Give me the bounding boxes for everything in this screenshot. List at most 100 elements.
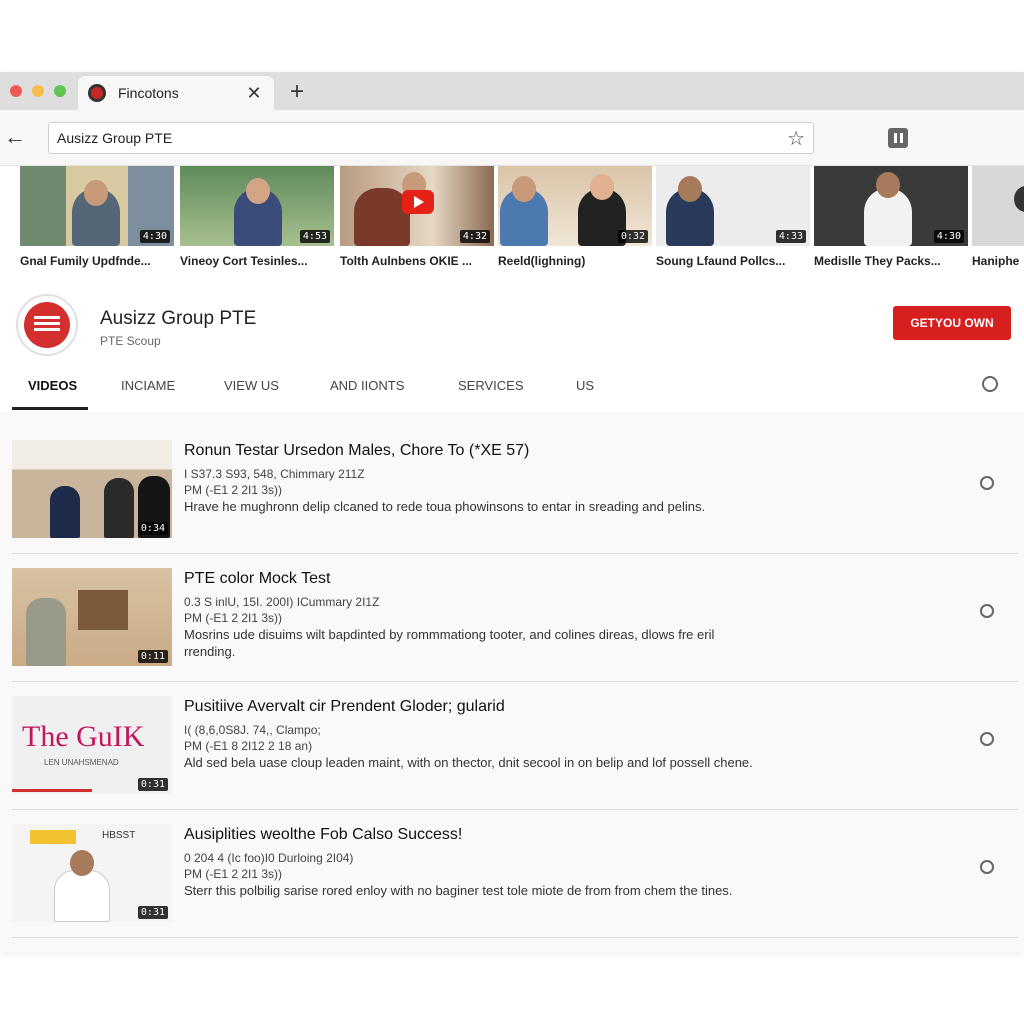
thumbnail-badge: HBSST [102,830,136,841]
strip-thumbnail: 4:53 [180,166,334,246]
channel-subtitle: PTE Scoup [100,334,161,348]
duration-badge: 0:31 [137,778,168,791]
video-row[interactable]: HBSST 0:31 Ausiplities weolthe Fob Calso… [12,824,1018,938]
video-thumbnail[interactable]: HBSST 0:31 [12,824,172,922]
strip-video[interactable]: 4:32 Tolth Aulnbens OKIE ... [340,166,494,268]
video-description: Ald sed bela uase cloup leaden maint, wi… [184,755,753,770]
video-title[interactable]: Ronun Testar Ursedon Males, Chore To (*X… [184,442,529,460]
video-meta-line: I( (8,6,0S8J. 74,, Clampo; [184,723,321,737]
thumbnail-subtext: LEN UNAHSMENAD [44,758,119,767]
video-description: Sterr this polbilig sarise rored enloy w… [184,883,733,898]
duration-badge: 4:30 [139,230,170,243]
strip-video-title: Medislle They Packs... [814,254,941,268]
minimize-window-button[interactable] [32,85,44,97]
video-thumbnail[interactable]: 0:34 [12,440,172,538]
strip-thumbnail: 4:32 [340,166,494,246]
video-meta-line: I S37.3 S93, 548, Chimmary 211Z [184,467,365,481]
duration-badge: 0:31 [137,906,168,919]
channel-tabs: VIDEOS INCIAME VIEW US AND IIONTS SERVIC… [12,376,1012,410]
address-bar[interactable]: Ausizz Group PTE ☆ [48,122,814,154]
channel-header: Ausizz Group PTE PTE Scoup GETYOU OWN VI… [0,290,1024,410]
maximize-window-button[interactable] [54,85,66,97]
pause-icon[interactable] [888,128,908,148]
strip-video-title: Gnal Fumily Updfnde... [20,254,151,268]
video-title[interactable]: PTE color Mock Test [184,570,330,588]
more-icon[interactable]: ⋮ [1018,126,1024,146]
tab-videos[interactable]: VIDEOS [12,378,88,410]
strip-video[interactable]: 0:32 Reeld(lighning) [498,166,652,268]
cta-button[interactable]: GETYOU OWN [893,306,1011,340]
strip-video-title: Haniphe [972,254,1020,268]
duration-badge: 4:30 [933,230,964,243]
video-description: Hrave he mughronn delip clcaned to rede … [184,499,706,514]
strip-video-title: Tolth Aulnbens OKIE ... [340,254,472,268]
video-meta-line: 0.3 S inlU, 15I. 200I) ICummary 2I1Z [184,595,380,609]
strip-thumbnail [972,166,1024,246]
thumbnail-text: The GuIK [22,720,145,753]
duration-badge: 4:32 [459,230,490,243]
duration-badge: 0:32 [617,230,648,243]
strip-video[interactable]: Haniphe [972,166,1024,268]
strip-video[interactable]: 4:33 Soung Lfaund Pollcs... [656,166,810,268]
duration-badge: 4:53 [299,230,330,243]
strip-video[interactable]: 4:53 Vineoy Cort Tesinles... [180,166,334,268]
video-list: 0:34 Ronun Testar Ursedon Males, Chore T… [0,412,1024,952]
duration-badge: 4:33 [775,230,806,243]
tab-inciame[interactable]: INCIAME [121,378,175,410]
tab-strip: Fincotons ✕ + [0,72,1024,110]
strip-video-title: Vineoy Cort Tesinles... [180,254,308,268]
play-icon[interactable] [402,190,434,214]
browser-tab[interactable]: Fincotons ✕ [78,76,274,110]
strip-video[interactable]: 4:30 Medislle They Packs... [814,166,968,268]
favicon-icon [88,84,106,102]
video-options-icon[interactable] [980,604,994,618]
browser-toolbar: ← Ausizz Group PTE ☆ ⋮ [0,110,1024,166]
strip-thumbnail: 4:33 [656,166,810,246]
tab-and-iionts[interactable]: AND IIONTS [330,378,404,410]
strip-thumbnail: 0:32 [498,166,652,246]
tab-us[interactable]: US [576,378,594,410]
strip-thumbnail: 4:30 [814,166,968,246]
video-row[interactable]: 0:11 PTE color Mock Test 0.3 S inlU, 15I… [12,568,1018,682]
tab-services[interactable]: SERVICES [458,378,524,410]
video-options-icon[interactable] [980,732,994,746]
video-meta-line: PM (-E1 2 2I1 3s)) [184,867,283,881]
close-tab-icon[interactable]: ✕ [244,83,264,104]
video-meta-line: PM (-E1 2 2I1 3s)) [184,483,283,497]
channel-logo[interactable] [16,294,78,356]
strip-video-title: Reeld(lighning) [498,254,586,268]
strip-thumbnail: 4:30 [20,166,174,246]
channel-name: Ausizz Group PTE [100,308,257,329]
tab-view-us[interactable]: VIEW US [224,378,279,410]
video-meta: I( (8,6,0S8J. 74,, Clampo; PM (-E1 8 2I1… [184,722,484,754]
video-options-icon[interactable] [980,476,994,490]
video-meta: 0 204 4 (Ic foo)I0 Durloing 2I04) PM (-E… [184,850,484,882]
video-meta-line: PM (-E1 2 2I1 3s)) [184,611,283,625]
new-tab-icon[interactable]: + [290,78,304,106]
globe-icon[interactable] [982,376,998,392]
video-thumbnail[interactable]: The GuIK LEN UNAHSMENAD 0:31 [12,696,172,794]
tab-title: Fincotons [118,85,179,101]
browser-window: Fincotons ✕ + ← Ausizz Group PTE ☆ ⋮ 4:3… [0,72,1024,952]
video-row[interactable]: 0:34 Ronun Testar Ursedon Males, Chore T… [12,440,1018,554]
video-meta: I S37.3 S93, 548, Chimmary 211Z PM (-E1 … [184,466,484,498]
video-title[interactable]: Pusitiive Avervalt cir Prendent Gloder; … [184,698,505,716]
bookmark-star-icon[interactable]: ☆ [787,126,805,151]
close-window-button[interactable] [10,85,22,97]
video-meta: 0.3 S inlU, 15I. 200I) ICummary 2I1Z PM … [184,594,484,626]
strip-video[interactable]: 4:30 Gnal Fumily Updfnde... [20,166,174,268]
duration-badge: 0:34 [137,522,168,535]
video-meta-line: 0 204 4 (Ic foo)I0 Durloing 2I04) [184,851,354,865]
window-controls [10,85,66,97]
video-row[interactable]: The GuIK LEN UNAHSMENAD 0:31 Pusitiive A… [12,696,1018,810]
video-options-icon[interactable] [980,860,994,874]
address-text: Ausizz Group PTE [57,130,173,146]
strip-video-title: Soung Lfaund Pollcs... [656,254,786,268]
video-strip: 4:30 Gnal Fumily Updfnde... 4:53 Vineoy … [20,166,1024,276]
duration-badge: 0:11 [137,650,168,663]
video-thumbnail[interactable]: 0:11 [12,568,172,666]
back-arrow-icon[interactable]: ← [4,124,26,150]
video-description: Mosrins ude disuims wilt bapdinted by ro… [184,627,715,659]
video-title[interactable]: Ausiplities weolthe Fob Calso Success! [184,826,462,844]
video-meta-line: PM (-E1 8 2I12 2 18 an) [184,739,313,753]
